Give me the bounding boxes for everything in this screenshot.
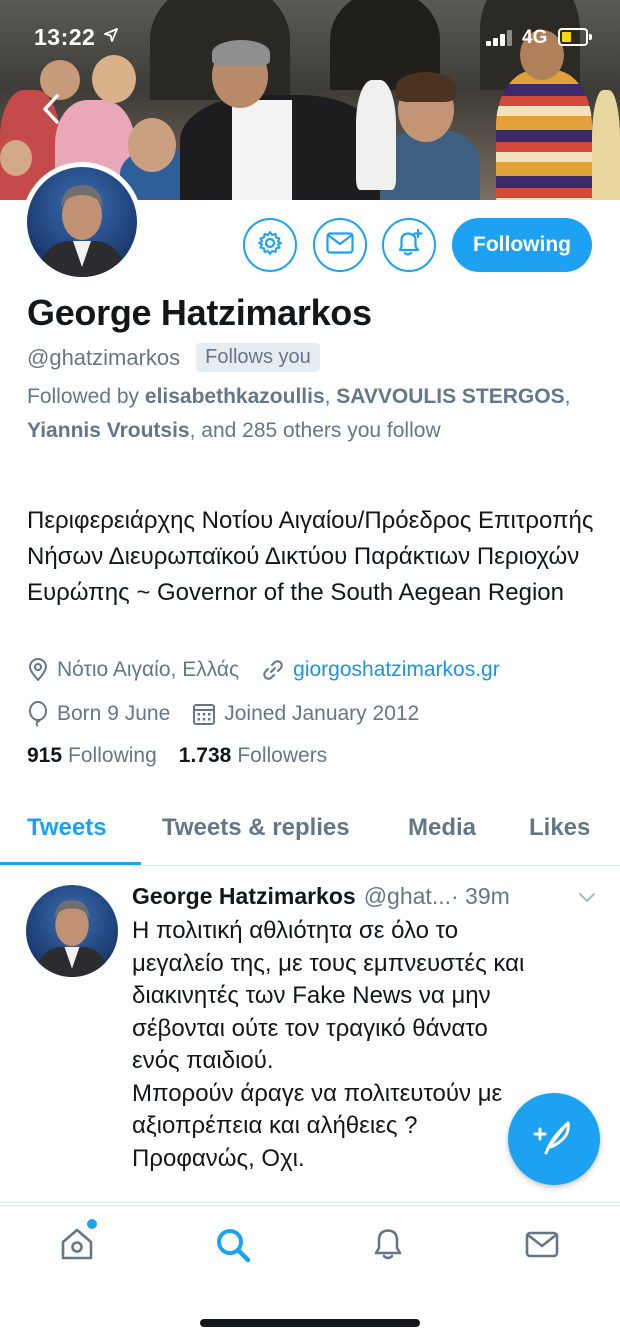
messages-envelope-icon[interactable] — [524, 1226, 560, 1267]
profile-name: George Hatzimarkos — [27, 292, 372, 333]
followers-count-link[interactable]: 1.738 Followers — [179, 744, 327, 768]
profile-joined: Joined January 2012 — [224, 702, 420, 725]
followed-by-name: elisabethkazoullis — [144, 385, 325, 408]
status-time: 13:22 — [34, 24, 96, 50]
message-button[interactable] — [313, 218, 367, 272]
profile-website-link[interactable]: giorgoshatzimarkos.gr — [293, 658, 500, 682]
back-chevron-icon[interactable] — [42, 94, 60, 129]
tweet-author-handle: @ghat... — [363, 883, 451, 909]
tab-tweets-replies[interactable]: Tweets & replies — [162, 814, 350, 842]
tab-likes[interactable]: Likes — [529, 814, 590, 842]
network-type: 4G — [522, 27, 548, 48]
notifications-button[interactable] — [382, 218, 436, 272]
notifications-bell-icon[interactable] — [370, 1226, 406, 1267]
tweet-author-avatar[interactable] — [26, 885, 118, 977]
status-bar: 13:22 4G — [0, 0, 620, 76]
following-count-link[interactable]: 915 Following — [27, 744, 157, 768]
followed-by-separator: , — [564, 385, 571, 408]
battery-icon — [558, 28, 592, 46]
profile-tabs: Tweets Tweets & replies Media Likes — [0, 800, 620, 866]
link-icon — [261, 658, 285, 682]
chevron-down-icon[interactable] — [578, 891, 596, 909]
followed-by-text[interactable]: Followed by elisabethkazoullis, SAVVOULI… — [27, 380, 587, 448]
followed-by-suffix: , and 285 others you follow — [189, 419, 441, 442]
location-row: Νότιο Αιγαίο, Ελλάς giorgoshatzimarkos.g… — [27, 658, 500, 682]
notification-bell-icon — [394, 228, 424, 263]
profile-bio: Περιφερειάρχης Νοτίου Αιγαίου/Πρόεδρος Ε… — [27, 507, 594, 606]
tweet-timestamp: · 39m — [451, 883, 510, 909]
settings-gear-icon — [256, 229, 284, 262]
following-count: 915 — [27, 744, 63, 767]
tab-tweets[interactable]: Tweets — [27, 814, 107, 842]
signal-icon — [486, 30, 516, 51]
followers-count: 1.738 — [178, 744, 232, 767]
follow-counts: 915 Following 1.738 Followers — [27, 744, 327, 768]
new-content-dot — [87, 1219, 97, 1229]
followed-by-separator: , — [324, 385, 337, 408]
settings-button[interactable] — [243, 218, 297, 272]
home-indicator — [200, 1319, 420, 1327]
location-arrow-icon — [104, 28, 118, 47]
followed-by-name: SAVVOULIS STERGOS — [336, 385, 565, 408]
follows-you-badge: Follows you — [196, 343, 320, 372]
birthday-joined-row: Born 9 June Joined January 2012 — [27, 701, 419, 727]
search-icon[interactable] — [214, 1226, 252, 1269]
followed-by-prefix: Followed by — [27, 385, 145, 408]
following-label: Following — [68, 744, 157, 767]
calendar-icon — [192, 702, 216, 726]
avatar-portrait-icon — [34, 900, 110, 977]
balloon-icon — [27, 701, 49, 727]
active-tab-indicator — [0, 862, 141, 865]
home-icon[interactable] — [59, 1226, 95, 1267]
tweet-author-name[interactable]: George Hatzimarkos — [132, 883, 356, 910]
message-envelope-icon — [326, 231, 354, 259]
tweet-header: George Hatzimarkos @ghat... · 39m — [132, 883, 510, 910]
handle-row: @ghatzimarkos Follows you — [27, 343, 320, 372]
profile-handle: @ghatzimarkos — [27, 344, 181, 370]
profile-location: Νότιο Αιγαίο, Ελλάς — [57, 658, 240, 681]
profile-actions: Following — [0, 218, 620, 272]
compose-feather-icon — [532, 1117, 576, 1162]
followed-by-name: Yiannis Vroutsis — [27, 419, 190, 442]
location-pin-icon — [27, 658, 49, 682]
tab-media[interactable]: Media — [408, 814, 476, 842]
followers-label: Followers — [237, 744, 328, 767]
profile-birthday: Born 9 June — [57, 702, 171, 725]
compose-tweet-button[interactable] — [508, 1093, 600, 1185]
following-button[interactable]: Following — [452, 218, 592, 272]
